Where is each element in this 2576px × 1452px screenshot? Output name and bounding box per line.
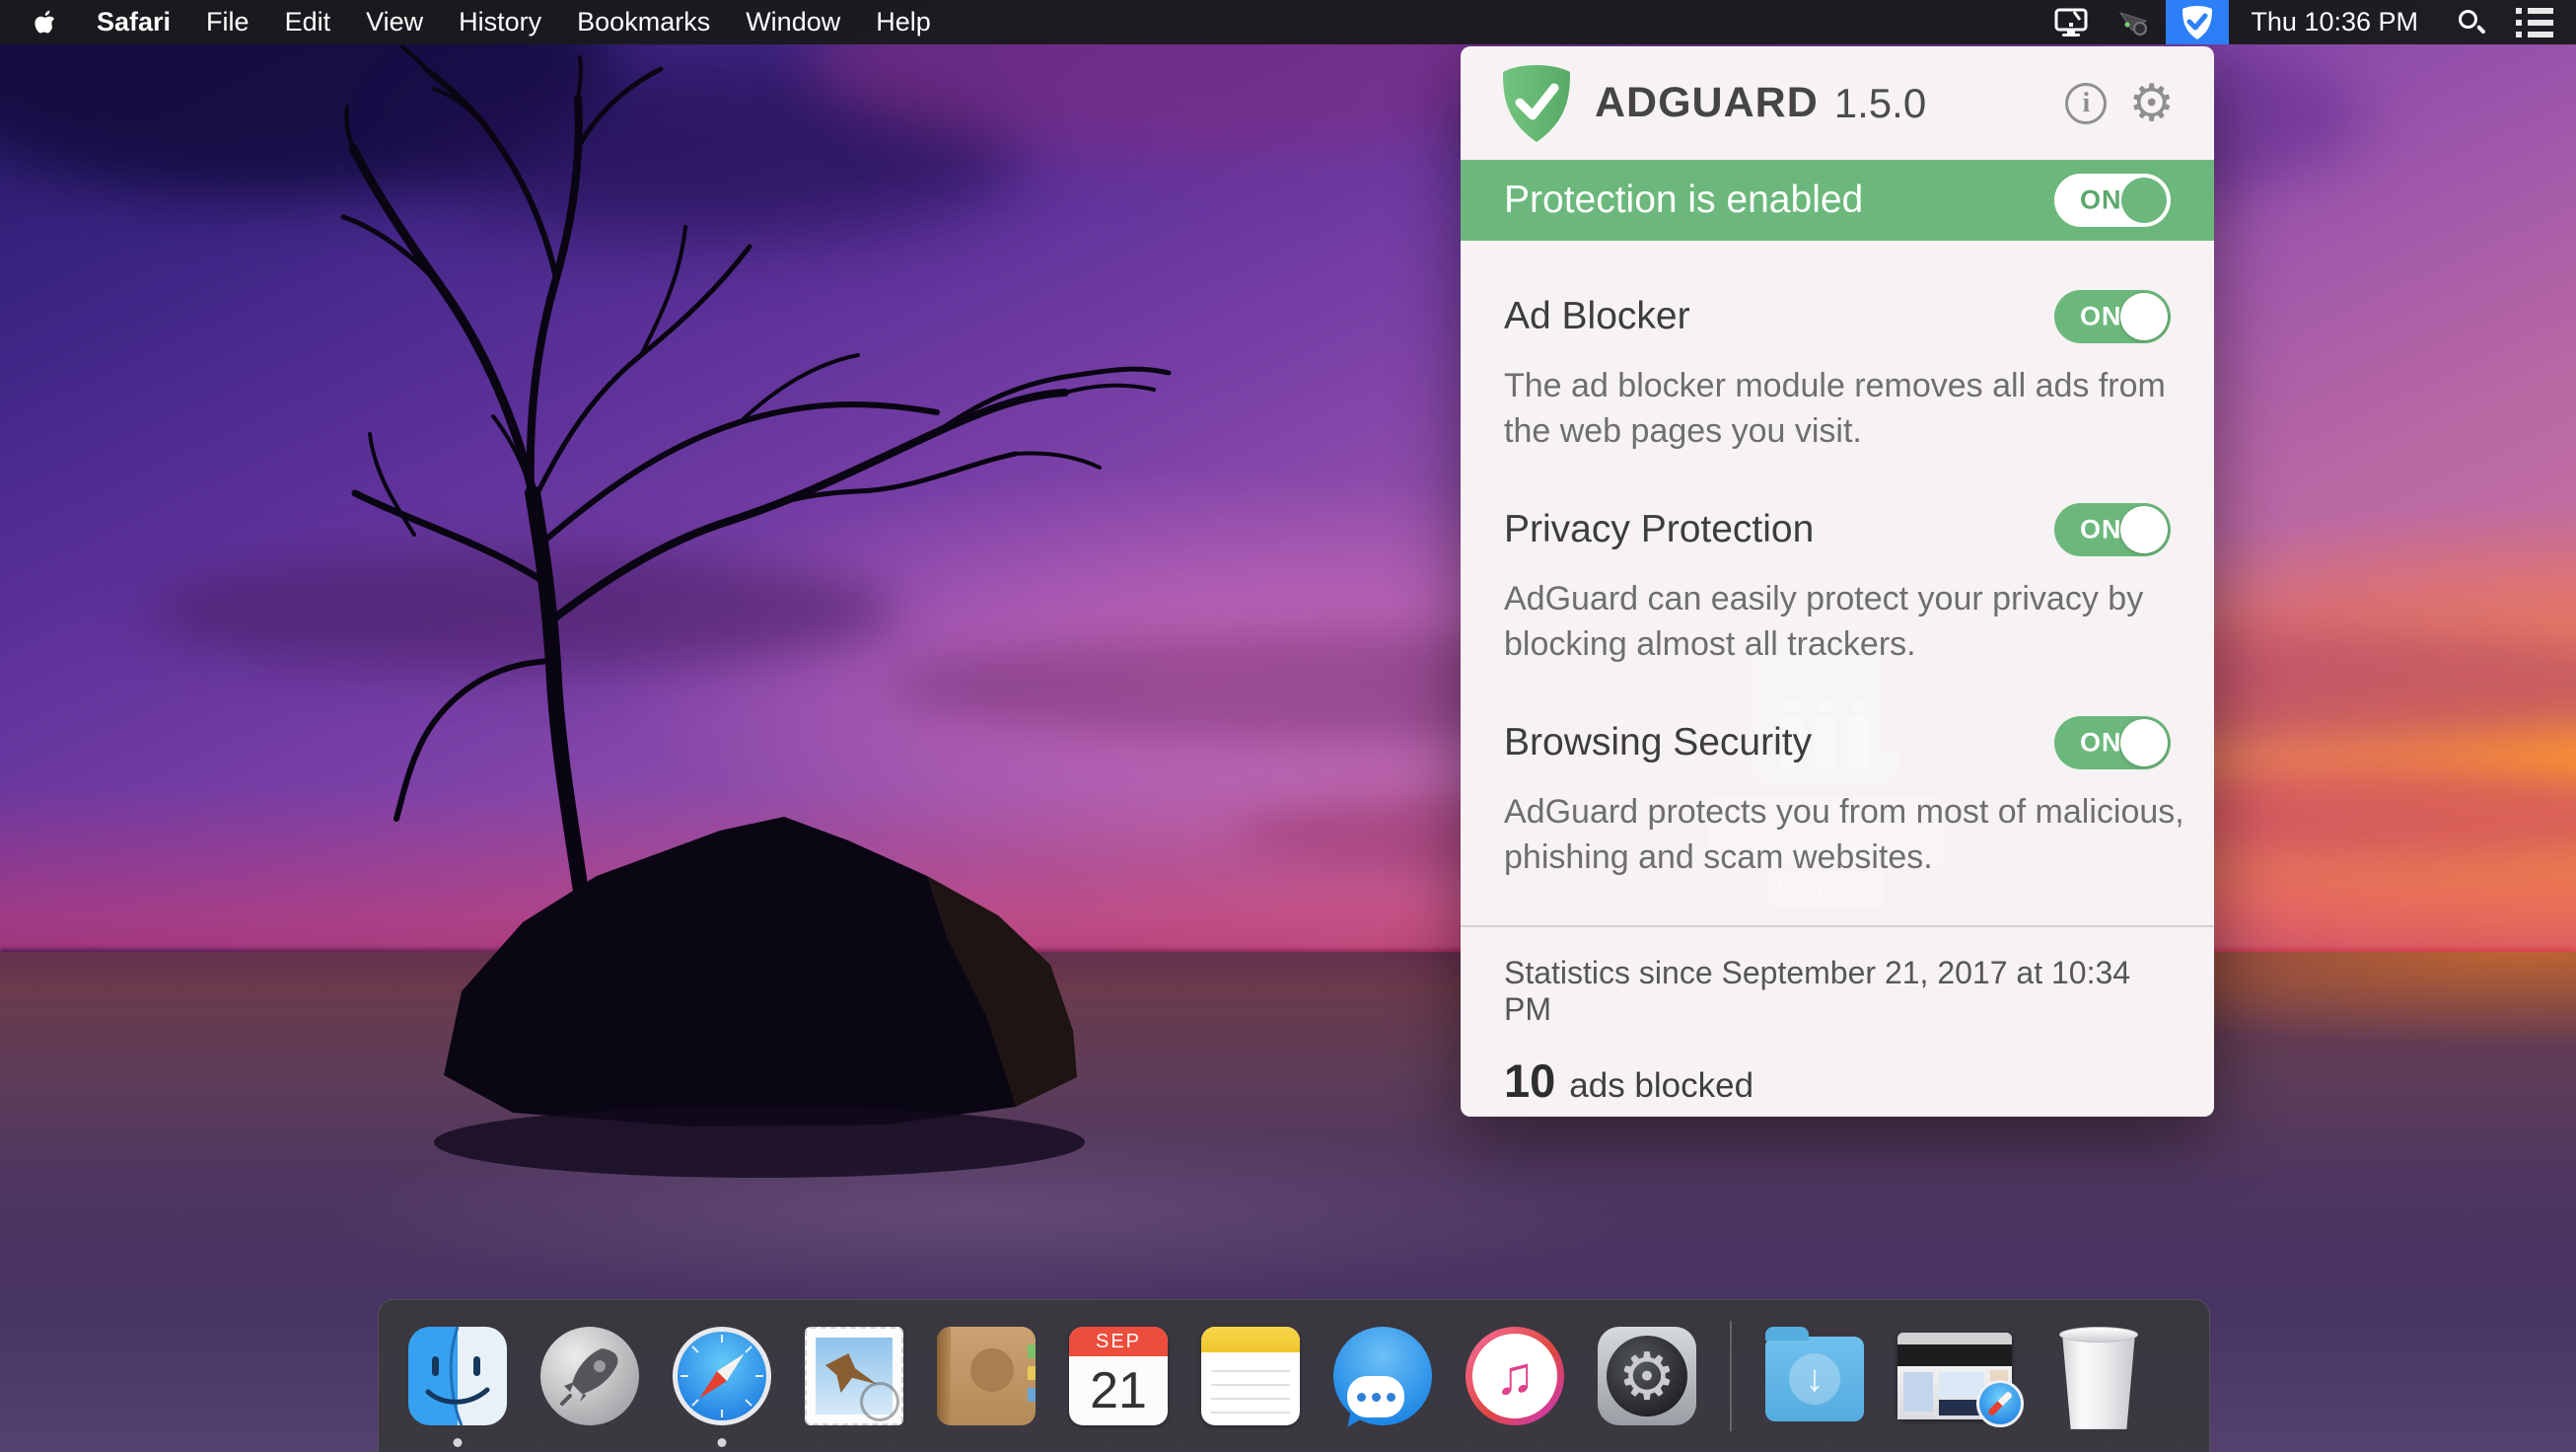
spotlight-search-icon	[2459, 9, 2486, 36]
dock-item-launchpad[interactable]	[540, 1327, 639, 1425]
parallels-desktop-menu-item[interactable]	[2039, 0, 2103, 44]
apple-menu[interactable]	[0, 0, 79, 44]
module-title: Browsing Security	[1504, 721, 1813, 763]
notification-center-menu-item[interactable]	[2503, 0, 2566, 44]
parallels-toolbox-icon	[2119, 11, 2148, 36]
menu-app-name[interactable]: Safari	[79, 0, 188, 44]
protection-toggle[interactable]: ON	[2054, 174, 2171, 227]
safari-icon	[673, 1327, 771, 1425]
system-preferences-icon: ⚙	[1598, 1327, 1696, 1425]
menu-item-history[interactable]: History	[441, 0, 559, 44]
trash-icon	[2056, 1327, 2141, 1431]
module-ad-blocker: Ad Blocker ON The ad blocker module remo…	[1504, 241, 2171, 454]
minimized-safari-window-thumbnail	[1897, 1333, 2024, 1427]
module-privacy-protection: Privacy Protection ON AdGuard can easily…	[1504, 454, 2171, 667]
finder-icon	[408, 1327, 507, 1425]
info-icon[interactable]: i	[2065, 82, 2108, 124]
menu-clock[interactable]: Thu 10:36 PM	[2229, 7, 2440, 37]
dock-item-minimized-window[interactable]	[1897, 1327, 2024, 1427]
mail-icon	[805, 1327, 903, 1425]
ad-blocker-toggle[interactable]: ON	[2054, 290, 2171, 343]
menu-item-file[interactable]: File	[188, 0, 267, 44]
module-description: AdGuard can easily protect your privacy …	[1504, 580, 2144, 663]
statistics-since: Statistics since September 21, 2017 at 1…	[1504, 955, 2131, 1027]
module-browsing-security: Browsing Security ON AdGuard protects yo…	[1504, 667, 2184, 880]
adguard-header: ADGUARD 1.5.0 i ⚙	[1461, 46, 2214, 160]
module-description: AdGuard protects you from most of malici…	[1504, 793, 2184, 876]
statistics-section: Statistics since September 21, 2017 at 1…	[1461, 927, 2214, 1117]
dock-item-notes[interactable]	[1201, 1327, 1300, 1425]
browsing-security-toggle[interactable]: ON	[2054, 716, 2171, 769]
contacts-icon	[937, 1327, 1036, 1425]
calendar-icon: SEP 21	[1069, 1327, 1168, 1425]
dock-divider	[1730, 1321, 1732, 1431]
downloads-folder-icon: ↓	[1765, 1327, 1864, 1421]
module-title: Privacy Protection	[1504, 508, 1815, 550]
adguard-popover: Parallels Shared Folders ADGUARD 1.5.0 i…	[1461, 46, 2214, 1117]
stat-ads-blocked: 10 ads blocked	[1504, 1053, 2171, 1108]
module-description: The ad blocker module removes all ads fr…	[1504, 367, 2166, 450]
adguard-menu-shield-icon	[2182, 5, 2213, 39]
module-title: Ad Blocker	[1504, 295, 1690, 337]
adguard-menu-item[interactable]	[2166, 0, 2230, 44]
menu-item-edit[interactable]: Edit	[267, 0, 349, 44]
protection-banner: Protection is enabled ON	[1461, 160, 2214, 241]
protection-banner-label: Protection is enabled	[1504, 179, 1864, 221]
dock-item-trash[interactable]	[2049, 1327, 2148, 1429]
menu-item-help[interactable]: Help	[858, 0, 949, 44]
toggle-knob	[2121, 178, 2167, 223]
spotlight-menu-item[interactable]	[2440, 0, 2503, 44]
dock-item-messages[interactable]	[1333, 1327, 1432, 1431]
toggle-knob	[2120, 506, 2168, 553]
toggle-state: ON	[2080, 301, 2122, 331]
launchpad-icon	[540, 1327, 639, 1425]
menu-item-window[interactable]: Window	[728, 0, 858, 44]
dock-item-calendar[interactable]: SEP 21	[1069, 1327, 1168, 1425]
dock-item-safari[interactable]	[673, 1327, 771, 1425]
stat-value: 10	[1504, 1054, 1556, 1107]
menu-item-bookmarks[interactable]: Bookmarks	[559, 0, 728, 44]
menu-item-view[interactable]: View	[348, 0, 441, 44]
dock-item-mail[interactable]	[805, 1327, 903, 1425]
calendar-day: 21	[1090, 1362, 1147, 1419]
itunes-icon: ♫	[1466, 1327, 1564, 1425]
toggle-state: ON	[2080, 514, 2122, 544]
dock-item-finder[interactable]	[408, 1327, 507, 1425]
parallels-toolbox-menu-item[interactable]	[2103, 0, 2166, 44]
dock: SEP 21 ♫ ⚙ ↓	[378, 1299, 2210, 1452]
safari-badge-icon	[1976, 1380, 2024, 1427]
toggle-knob	[2120, 719, 2168, 766]
adguard-brand: ADGUARD	[1595, 79, 1819, 126]
desktop-screen: Safari File Edit View History Bookmarks …	[0, 0, 2576, 1452]
dock-item-system-preferences[interactable]: ⚙	[1598, 1327, 1696, 1425]
privacy-protection-toggle[interactable]: ON	[2054, 503, 2171, 556]
toggle-state: ON	[2080, 727, 2122, 758]
notification-center-icon	[2516, 7, 2553, 37]
messages-icon	[1333, 1327, 1432, 1431]
apple-logo-icon	[35, 10, 55, 34]
stat-label: ads blocked	[1569, 1066, 1754, 1105]
dock-item-downloads[interactable]: ↓	[1765, 1327, 1864, 1425]
dock-item-contacts[interactable]	[937, 1327, 1036, 1425]
notes-icon	[1201, 1327, 1300, 1425]
menu-bar: Safari File Edit View History Bookmarks …	[0, 0, 2576, 44]
adguard-shield-logo	[1503, 64, 1570, 142]
parallels-desktop-icon	[2054, 8, 2088, 36]
gear-icon[interactable]: ⚙	[2128, 78, 2175, 129]
tree-island-silhouette	[340, 45, 1172, 1178]
adguard-version: 1.5.0	[1833, 79, 1927, 126]
protection-toggle-state: ON	[2080, 184, 2122, 215]
toggle-knob	[2120, 293, 2168, 340]
dock-item-itunes[interactable]: ♫	[1466, 1327, 1564, 1425]
calendar-month: SEP	[1069, 1327, 1168, 1356]
